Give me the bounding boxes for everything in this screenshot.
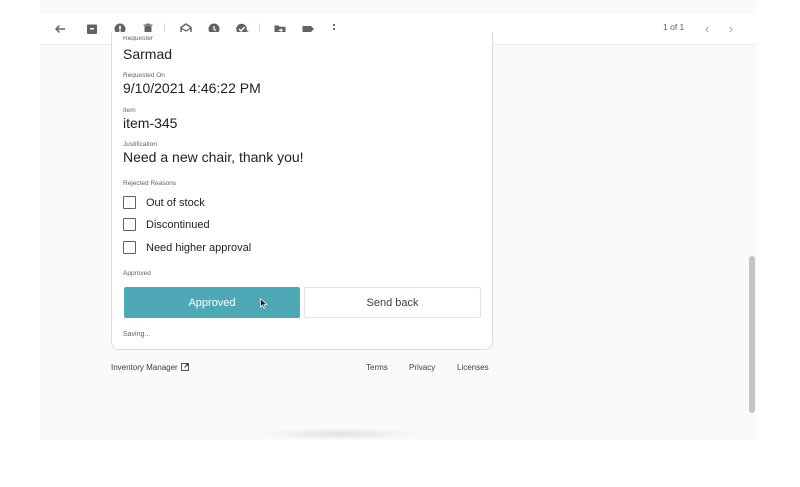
saving-status: Saving...	[123, 331, 151, 338]
mouse-cursor-icon	[260, 298, 268, 309]
requester-label: Requester	[123, 36, 153, 41]
requester-value: Sarmad	[123, 46, 173, 62]
rejected-reasons-label: Rejected Reasons	[123, 180, 177, 187]
send-back-button[interactable]: Send back	[304, 287, 481, 318]
requested-on-label: Requested On	[123, 72, 165, 79]
archive-icon[interactable]	[84, 21, 100, 37]
reason-discontinued[interactable]: Discontinued	[123, 218, 210, 231]
inventory-manager-link[interactable]: Inventory Manager	[111, 363, 189, 372]
requested-on-value: 9/10/2021 4:46:22 PM	[123, 80, 261, 96]
older-chevron-icon[interactable]: ›	[724, 21, 738, 37]
checkbox[interactable]	[123, 196, 136, 209]
checkbox-label: Discontinued	[146, 218, 210, 231]
justification-label: Justification	[123, 141, 157, 148]
status-label: Approved	[123, 270, 151, 277]
scrollbar-thumb[interactable]	[749, 256, 755, 413]
privacy-link[interactable]: Privacy	[409, 363, 435, 372]
newer-chevron-icon[interactable]: ‹	[700, 21, 714, 37]
item-label: Item	[123, 107, 136, 114]
checkbox[interactable]	[123, 218, 136, 231]
checkbox-label: Need higher approval	[146, 241, 252, 254]
pager-count: 1 of 1	[663, 22, 685, 32]
back-arrow-icon[interactable]	[52, 21, 68, 37]
checkbox[interactable]	[123, 241, 136, 254]
reason-out-of-stock[interactable]: Out of stock	[123, 196, 205, 209]
shadow-decoration	[260, 428, 420, 440]
approved-button[interactable]: Approved	[124, 287, 300, 318]
app-link-label: Inventory Manager	[111, 363, 178, 372]
approval-card: Requester Sarmad Requested On 9/10/2021 …	[111, 32, 493, 350]
licenses-link[interactable]: Licenses	[457, 363, 489, 372]
item-value: item-345	[123, 115, 178, 131]
terms-link[interactable]: Terms	[366, 363, 388, 372]
reason-need-higher-approval[interactable]: Need higher approval	[123, 241, 251, 254]
checkbox-label: Out of stock	[146, 196, 205, 209]
justification-value: Need a new chair, thank you!	[123, 149, 304, 165]
external-link-icon	[180, 363, 189, 371]
